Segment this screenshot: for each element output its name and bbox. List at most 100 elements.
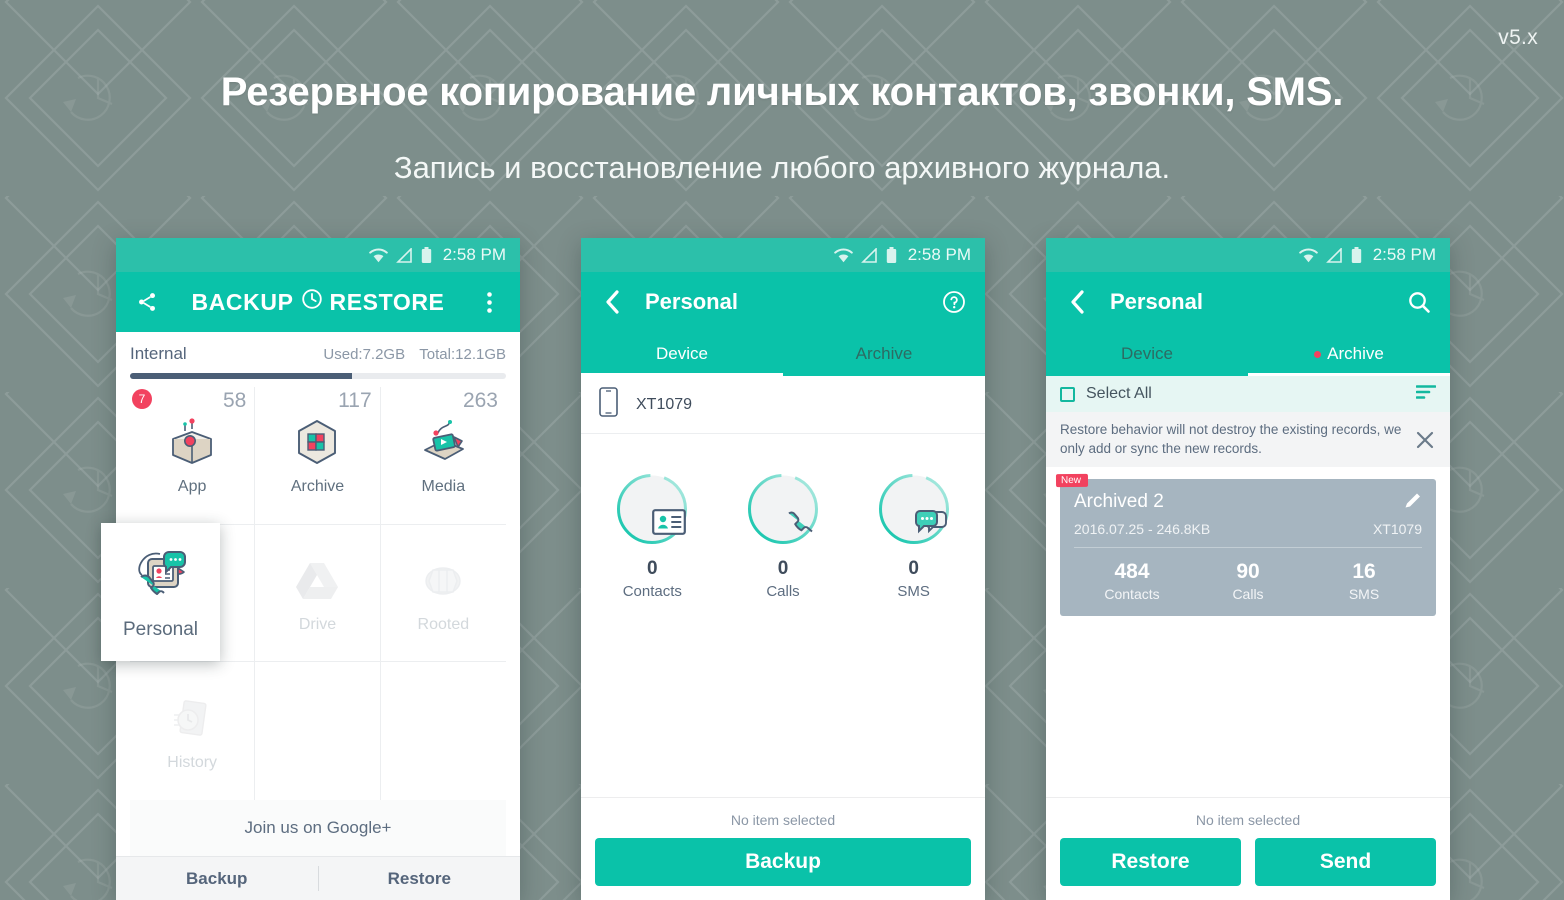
archive-item-card[interactable]: New Archived 2 2016.07.25 - 246.8KB XT10… [1055,474,1436,617]
grid-label-drive: Drive [298,615,337,633]
grid-cell-history[interactable]: History [130,662,256,800]
grid-cell-media[interactable]: 263 Media [380,387,506,525]
bottom-nav-restore[interactable]: Restore [319,857,521,900]
ring-item-calls[interactable]: 0 Calls [746,472,820,600]
storage-row: Internal Used:7.2GB Total:12.1GB [116,332,520,364]
grid-cell-drive[interactable]: Drive [255,524,381,663]
tab-device[interactable]: Device [1046,332,1248,376]
tab-archive[interactable]: Archive [783,332,985,376]
signal-icon [1325,247,1343,263]
grid-label-archive: Archive [290,478,345,496]
grid-cell-empty-1 [255,662,381,800]
select-all-checkbox[interactable] [1060,386,1075,402]
archive-stat-contacts-label: Contacts [1104,586,1160,603]
tab-row: Device Archive [1046,332,1450,376]
button-row: Restore Send [1060,838,1436,886]
personal-floating-card[interactable]: Personal [101,523,220,661]
grid-label-media: Media [421,478,466,496]
grid-label-app: App [177,478,207,496]
archive-stat-contacts: 484 Contacts [1074,560,1190,602]
archive-card-sub: 2016.07.25 - 246.8KB XT1079 [1074,521,1422,537]
help-circle-icon[interactable] [939,287,969,317]
wifi-icon [368,248,388,263]
status-bar-time: 2:58 PM [907,245,971,264]
app-box-icon [161,414,223,472]
archive-cube-icon [286,414,348,472]
more-vert-icon[interactable] [474,287,504,317]
restore-button[interactable]: Restore [1060,838,1241,886]
tab-archive[interactable]: Archive [1248,332,1450,376]
archive-stat-calls-label: Calls [1232,586,1264,603]
archive-stats: 484 Contacts 90 Calls 16 SMS [1074,548,1422,602]
status-bar-time: 2:58 PM [442,245,506,264]
tab-device[interactable]: Device [581,332,783,376]
selection-status: No item selected [1195,812,1301,828]
pencil-icon[interactable] [1402,491,1422,516]
phone-screen-archive: 2:58 PM Personal Device Archive Select A… [1046,238,1450,900]
ring-row: 0 Contacts 0 Calls 0 SMS [581,434,985,600]
new-badge: New [1055,474,1089,488]
version-tag: v5.x [1498,26,1538,49]
search-icon[interactable] [1404,287,1434,317]
select-all-row: Select All [1046,376,1450,412]
battery-icon [1351,246,1362,264]
storage-meta: Used:7.2GB Total:12.1GB [313,346,506,363]
page-title: Резервное копирование личных контактов, … [220,70,1344,114]
storage-total: Total:12.1GB [419,346,506,363]
media-icon [412,414,474,472]
page-title-personal: Personal [645,289,738,314]
backup-button[interactable]: Backup [595,838,971,886]
page-title-personal: Personal [1110,289,1203,314]
device-row[interactable]: XT1079 [581,376,985,434]
app-bar-personal-device: Personal [581,272,985,332]
ring-item-contacts[interactable]: 0 Contacts [615,472,689,600]
archive-stat-sms: 16 SMS [1306,560,1422,602]
info-banner-text: Restore behavior will not destroy the ex… [1060,422,1402,456]
send-button[interactable]: Send [1255,838,1436,886]
storage-label: Internal [130,344,187,363]
ring-calls [746,472,820,546]
back-arrow-icon[interactable] [597,287,627,317]
tab-archive-notification-dot [1314,350,1322,358]
grid-cell-archive[interactable]: 117 Archive [255,387,381,525]
action-area: No item selected Restore Send [1046,797,1450,900]
sort-icon[interactable] [1415,384,1437,405]
grid-cell-rooted[interactable]: Rooted [380,525,506,663]
grid-cell-app[interactable]: 7 58 App [130,387,256,525]
status-bar: 2:58 PM [116,238,520,272]
page-subtitle: Запись и восстановление любого архивного… [393,150,1171,185]
bottom-nav: Backup Restore [116,856,520,900]
back-arrow-icon[interactable] [1062,287,1092,317]
personal-contacts-icon [128,544,194,611]
rooted-icon [412,552,474,610]
google-plus-link[interactable]: Join us on Google+ [130,800,506,856]
brand-title: BACKUP RESTORE [162,288,474,316]
select-all-label: Select All [1086,385,1152,402]
signal-icon [860,247,878,263]
archive-count: 117 [338,389,372,412]
share-icon[interactable] [132,287,162,317]
close-icon[interactable] [1412,427,1438,453]
status-bar: 2:58 PM [1046,238,1450,272]
archive-card-head: Archived 2 [1074,491,1422,516]
grid-label-rooted: Rooted [417,615,470,633]
history-icon [161,690,223,748]
ring-item-sms[interactable]: 0 SMS [877,472,951,600]
app-bar-personal-archive: Personal [1046,272,1450,332]
grid-label-history: History [167,754,218,772]
brand-title-restore: RESTORE [329,288,445,315]
tab-device-label: Device [1121,344,1173,363]
archive-stat-sms-value: 16 [1352,560,1376,584]
ring-value-contacts: 0 [647,558,658,579]
battery-icon [886,246,897,264]
app-bar-home: BACKUP RESTORE [116,272,520,332]
bottom-nav-backup[interactable]: Backup [116,857,318,900]
archive-stat-calls-value: 90 [1236,560,1260,584]
device-name: XT1079 [636,395,693,413]
archive-device: XT1079 [1372,521,1422,538]
brand-title-backup: BACKUP [191,288,294,315]
status-bar-time: 2:58 PM [1372,245,1436,264]
action-area: No item selected Backup [581,797,985,900]
archive-stat-contacts-value: 484 [1114,560,1150,584]
